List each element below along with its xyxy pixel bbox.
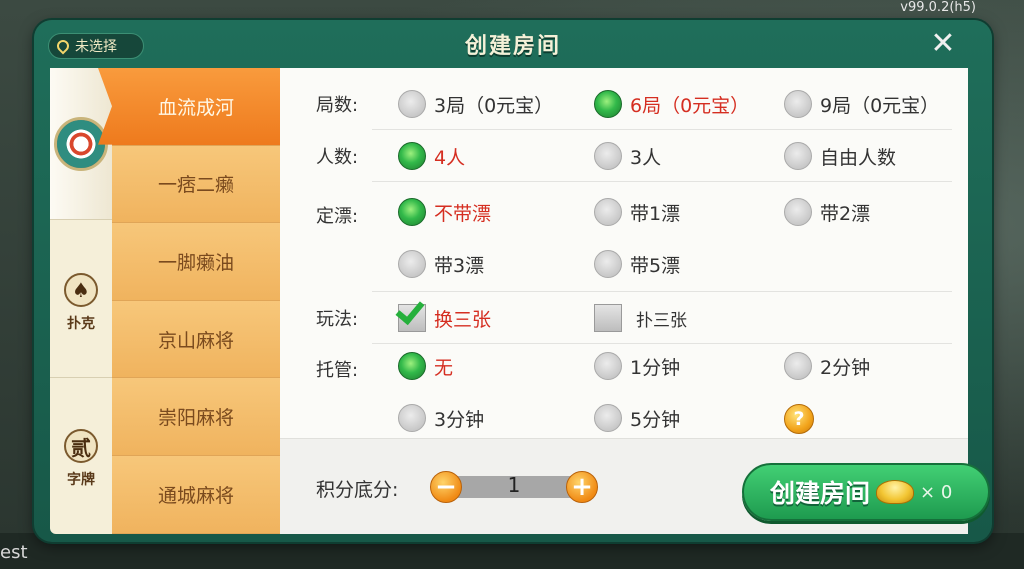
players-label: 人数:: [316, 147, 359, 168]
room-cost: × 0: [920, 481, 953, 503]
piao-option-none[interactable]: 不带漂: [398, 198, 491, 226]
rounds-option-3[interactable]: 3局（0元宝）: [398, 90, 553, 118]
game-item-yijiaolaiyou[interactable]: 一脚癞油: [112, 223, 280, 301]
hosting-option-1min[interactable]: 1分钟: [594, 352, 680, 380]
play-label: 玩法:: [316, 309, 359, 330]
radio-icon: [594, 250, 622, 278]
category-poker[interactable]: ♠ 扑克: [50, 228, 112, 378]
hosting-option-none[interactable]: 无: [398, 352, 453, 380]
options-panel: 局数: 3局（0元宝） 6局（0元宝） 9局（0元宝） 人数: 4人 3人 自由…: [280, 68, 968, 438]
close-button[interactable]: ✕: [928, 29, 958, 60]
gold-ingot-icon: [876, 480, 915, 504]
zipai-icon: 贰: [64, 429, 98, 463]
radio-checked-icon: [398, 142, 426, 170]
score-value: 1: [507, 473, 521, 497]
category-zipai[interactable]: 贰 字牌: [50, 384, 112, 534]
radio-icon: [398, 404, 426, 432]
rounds-option-9[interactable]: 9局（0元宝）: [784, 90, 939, 118]
radio-icon: [784, 142, 812, 170]
plus-button[interactable]: +: [566, 471, 598, 503]
radio-checked-icon: [398, 352, 426, 380]
play-row: 玩法: 换三张 扑三张: [280, 292, 968, 344]
piao-label: 定漂:: [316, 206, 359, 227]
hosting-option-2min[interactable]: 2分钟: [784, 352, 870, 380]
players-row: 人数: 4人 3人 自由人数: [280, 130, 968, 182]
create-room-button[interactable]: 创建房间 × 0: [742, 463, 990, 521]
bottom-left-text: est: [0, 542, 28, 563]
piao-option-1[interactable]: 带1漂: [594, 198, 680, 226]
radio-icon: [398, 250, 426, 278]
version-label: v99.0.2(h5): [900, 0, 976, 15]
rounds-option-6[interactable]: 6局（0元宝）: [594, 90, 749, 118]
hosting-row: 托管: 无 1分钟 2分钟 3分钟 5分钟 ?: [280, 344, 968, 438]
game-item-yipierlai[interactable]: 一痞二癞: [112, 145, 280, 224]
piao-option-3[interactable]: 带3漂: [398, 250, 484, 278]
rounds-row: 局数: 3局（0元宝） 6局（0元宝） 9局（0元宝）: [280, 78, 968, 130]
radio-checked-icon: [398, 198, 426, 226]
radio-icon: [594, 142, 622, 170]
game-item-jingshanmajiang[interactable]: 京山麻将: [112, 300, 280, 379]
create-room-dialog: 创建房间 未选择 ✕ ♠ 扑克 贰 字牌 血流成河 一痞二癞 一脚癞油 京山麻将…: [34, 20, 992, 542]
help-icon: ?: [784, 404, 814, 434]
play-option-huansanzhang[interactable]: 换三张: [395, 294, 491, 332]
players-option-4[interactable]: 4人: [398, 142, 465, 170]
game-item-chongyangmajiang[interactable]: 崇阳麻将: [112, 378, 280, 456]
radio-icon: [594, 352, 622, 380]
players-option-free[interactable]: 自由人数: [784, 142, 896, 170]
create-room-label: 创建房间: [770, 479, 871, 508]
score-label: 积分底分:: [316, 479, 399, 501]
spade-icon: ♠: [64, 272, 98, 307]
piao-option-2[interactable]: 带2漂: [784, 198, 870, 226]
piao-row: 定漂: 不带漂 带1漂 带2漂 带3漂 带5漂: [280, 188, 968, 292]
game-item-tongchengmajiang[interactable]: 通城麻将: [112, 455, 280, 534]
rounds-label: 局数:: [316, 95, 359, 116]
radio-checked-icon: [594, 90, 622, 118]
game-item-xueliuchenghe[interactable]: 血流成河: [112, 68, 280, 146]
hosting-option-5min[interactable]: 5分钟: [594, 404, 680, 432]
hosting-label: 托管:: [316, 360, 359, 381]
location-button[interactable]: 未选择: [48, 33, 144, 59]
category-poker-label: 扑克: [67, 315, 95, 332]
score-stepper: − 1 +: [430, 471, 598, 503]
play-option-pusanzhang[interactable]: 扑三张: [594, 304, 687, 332]
game-list: 血流成河 一痞二癞 一脚癞油 京山麻将 崇阳麻将 通城麻将: [112, 68, 280, 534]
hosting-help[interactable]: ?: [784, 404, 814, 434]
radio-icon: [594, 404, 622, 432]
piao-option-5[interactable]: 带5漂: [594, 250, 680, 278]
row-divider: [372, 181, 952, 182]
radio-icon: [784, 90, 812, 118]
footer-bar: 积分底分: − 1 + 创建房间 × 0: [280, 438, 990, 534]
location-label: 未选择: [75, 39, 117, 55]
checkbox-icon: [594, 304, 622, 332]
radio-icon: [784, 198, 812, 226]
checkbox-checked-icon: [395, 294, 426, 332]
radio-icon: [784, 352, 812, 380]
hosting-option-3min[interactable]: 3分钟: [398, 404, 484, 432]
players-option-3[interactable]: 3人: [594, 142, 661, 170]
minus-button[interactable]: −: [430, 471, 462, 503]
dialog-title: 创建房间: [464, 34, 561, 59]
radio-icon: [398, 90, 426, 118]
dialog-title-bar: 创建房间: [34, 20, 992, 68]
location-pin-icon: [54, 37, 72, 55]
category-zipai-label: 字牌: [67, 472, 95, 488]
radio-icon: [594, 198, 622, 226]
